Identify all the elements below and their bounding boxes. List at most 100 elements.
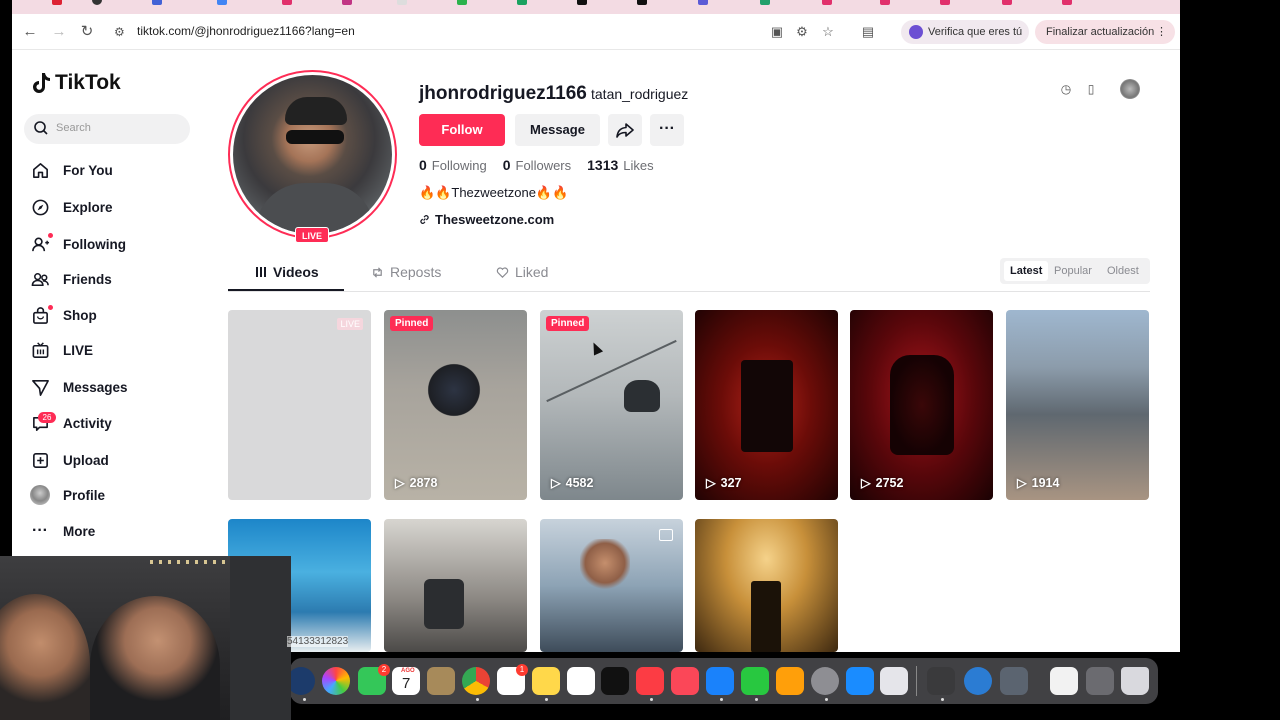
- profile-link[interactable]: Thesweetzone.com: [419, 212, 554, 227]
- tab-favicon-icon[interactable]: [698, 0, 708, 5]
- video-thumbnail[interactable]: ▷ 327: [695, 310, 838, 500]
- chrome-icon[interactable]: [462, 667, 490, 695]
- tab-tiktok-icon[interactable]: [577, 0, 587, 5]
- tab-tiktok-icon[interactable]: [637, 0, 647, 5]
- tab-favicon-icon[interactable]: [152, 0, 162, 5]
- tab-strip[interactable]: [12, 0, 1180, 14]
- video-thumbnail[interactable]: Pinned ▷ 4582: [540, 310, 683, 500]
- video-thumbnail[interactable]: Pinned ▷ 2878: [384, 310, 527, 500]
- photos-icon[interactable]: [322, 667, 350, 695]
- tab-liked[interactable]: Liked: [496, 264, 548, 280]
- freeform-icon[interactable]: [567, 667, 595, 695]
- tab-favicon-icon[interactable]: [760, 0, 770, 5]
- video-thumbnail[interactable]: ▷ 1914: [1006, 310, 1149, 500]
- follow-button[interactable]: Follow: [419, 114, 505, 146]
- share-button[interactable]: [608, 114, 642, 146]
- side-panel-icon[interactable]: ▤: [859, 23, 877, 41]
- live-badge[interactable]: LIVE: [295, 227, 329, 243]
- profile-nickname: tatan_rodriguez: [591, 86, 689, 102]
- back-icon[interactable]: ←: [20, 22, 40, 42]
- link-icon: [420, 215, 429, 224]
- calendar-icon[interactable]: AGO 7: [392, 667, 420, 695]
- followers-stat[interactable]: 0 Followers: [503, 157, 571, 173]
- apple-tv-icon[interactable]: [601, 667, 629, 695]
- tab-favicon-icon[interactable]: [822, 0, 832, 5]
- tab-favicon-icon[interactable]: [940, 0, 950, 5]
- sort-popular[interactable]: Popular: [1048, 261, 1098, 281]
- sidebar-item-live[interactable]: LIVE: [30, 337, 210, 363]
- tab-favicon-icon[interactable]: [457, 0, 467, 5]
- verify-identity-button[interactable]: Verifica que eres tú: [901, 20, 1029, 44]
- live-badge: LIVE: [337, 318, 363, 330]
- sidebar-item-following[interactable]: Following: [30, 231, 210, 257]
- tab-favicon-icon[interactable]: [1002, 0, 1012, 5]
- reload-icon[interactable]: ↻: [77, 22, 97, 42]
- numbers-icon[interactable]: [741, 667, 769, 695]
- view-count: ▷ 2878: [395, 475, 438, 491]
- keynote-icon[interactable]: [706, 667, 734, 695]
- translate-icon[interactable]: ⚙: [793, 23, 811, 41]
- tab-favicon-icon[interactable]: [342, 0, 352, 5]
- sidebar-item-label: More: [63, 523, 96, 539]
- sort-latest[interactable]: Latest: [1004, 261, 1049, 281]
- finish-update-button[interactable]: Finalizar actualización ⋮: [1035, 20, 1175, 44]
- tab-favicon-icon[interactable]: [52, 0, 62, 5]
- tiktok-logo[interactable]: TikTok: [31, 71, 121, 95]
- phone-icon[interactable]: ▯: [1083, 81, 1099, 97]
- search-input[interactable]: Search: [24, 114, 190, 144]
- news-icon[interactable]: [671, 667, 699, 695]
- address-bar[interactable]: tiktok.com/@jhonrodriguez1166?lang=en: [137, 24, 355, 38]
- video-thumbnail[interactable]: [695, 519, 838, 652]
- music-icon[interactable]: [636, 667, 664, 695]
- kebab-menu-icon[interactable]: ⋮: [1156, 20, 1167, 44]
- video-thumbnail[interactable]: [540, 519, 683, 652]
- sort-oldest[interactable]: Oldest: [1101, 261, 1145, 281]
- account-avatar[interactable]: [1120, 79, 1140, 99]
- safari-icon[interactable]: [964, 667, 992, 695]
- contacts-icon[interactable]: [427, 667, 455, 695]
- document-icon[interactable]: [1050, 667, 1078, 695]
- sidebar-item-activity[interactable]: Activity: [30, 410, 210, 436]
- tab-favicon-icon[interactable]: [880, 0, 890, 5]
- tab-favicon-icon[interactable]: [282, 0, 292, 5]
- sidebar-item-upload[interactable]: Upload: [30, 447, 210, 473]
- star-icon[interactable]: ☆: [819, 23, 837, 41]
- running-indicator: [303, 698, 306, 701]
- downloads-icon[interactable]: [1086, 667, 1114, 695]
- clock-icon[interactable]: ◷: [1058, 81, 1074, 97]
- following-stat[interactable]: 0 Following: [419, 157, 487, 173]
- site-settings-icon[interactable]: ⚙: [114, 25, 128, 39]
- video-thumbnail[interactable]: ▷ 2752: [850, 310, 993, 500]
- robot-app-icon[interactable]: [927, 667, 955, 695]
- more-options-button[interactable]: ···: [650, 114, 684, 146]
- tab-reposts[interactable]: Reposts: [371, 264, 441, 280]
- pages-icon[interactable]: [776, 667, 804, 695]
- video-thumbnail[interactable]: [384, 519, 527, 652]
- tab-favicon-icon[interactable]: [217, 0, 227, 5]
- tab-videos[interactable]: Videos: [255, 264, 319, 280]
- sidebar-item-messages[interactable]: Messages: [30, 374, 210, 400]
- sidebar-item-for-you[interactable]: For You: [30, 157, 210, 183]
- trash-icon[interactable]: [1121, 667, 1149, 695]
- preview-icon[interactable]: [880, 667, 908, 695]
- sidebar-item-friends[interactable]: Friends: [30, 266, 210, 292]
- notes-icon[interactable]: [532, 667, 560, 695]
- tab-favicon-icon[interactable]: [517, 0, 527, 5]
- video-thumbnail[interactable]: LIVE: [228, 310, 371, 500]
- sidebar-item-profile[interactable]: Profile: [30, 482, 210, 508]
- tab-github-icon[interactable]: [92, 0, 102, 5]
- settings-icon[interactable]: [811, 667, 839, 695]
- sidebar-item-shop[interactable]: Shop: [30, 302, 210, 328]
- forward-icon[interactable]: →: [49, 22, 69, 42]
- notification-dot: [48, 233, 53, 238]
- sidebar-item-explore[interactable]: Explore: [30, 194, 210, 220]
- profile-avatar-large[interactable]: [228, 70, 397, 239]
- tab-favicon-icon[interactable]: [397, 0, 407, 5]
- tab-favicon-icon[interactable]: [1062, 0, 1072, 5]
- message-button[interactable]: Message: [515, 114, 600, 146]
- cast-icon[interactable]: ▣: [768, 23, 786, 41]
- app-store-icon[interactable]: [846, 667, 874, 695]
- obs-icon[interactable]: [287, 667, 315, 695]
- screenshot-icon[interactable]: [1000, 667, 1028, 695]
- sidebar-item-more[interactable]: ··· More: [30, 518, 210, 544]
